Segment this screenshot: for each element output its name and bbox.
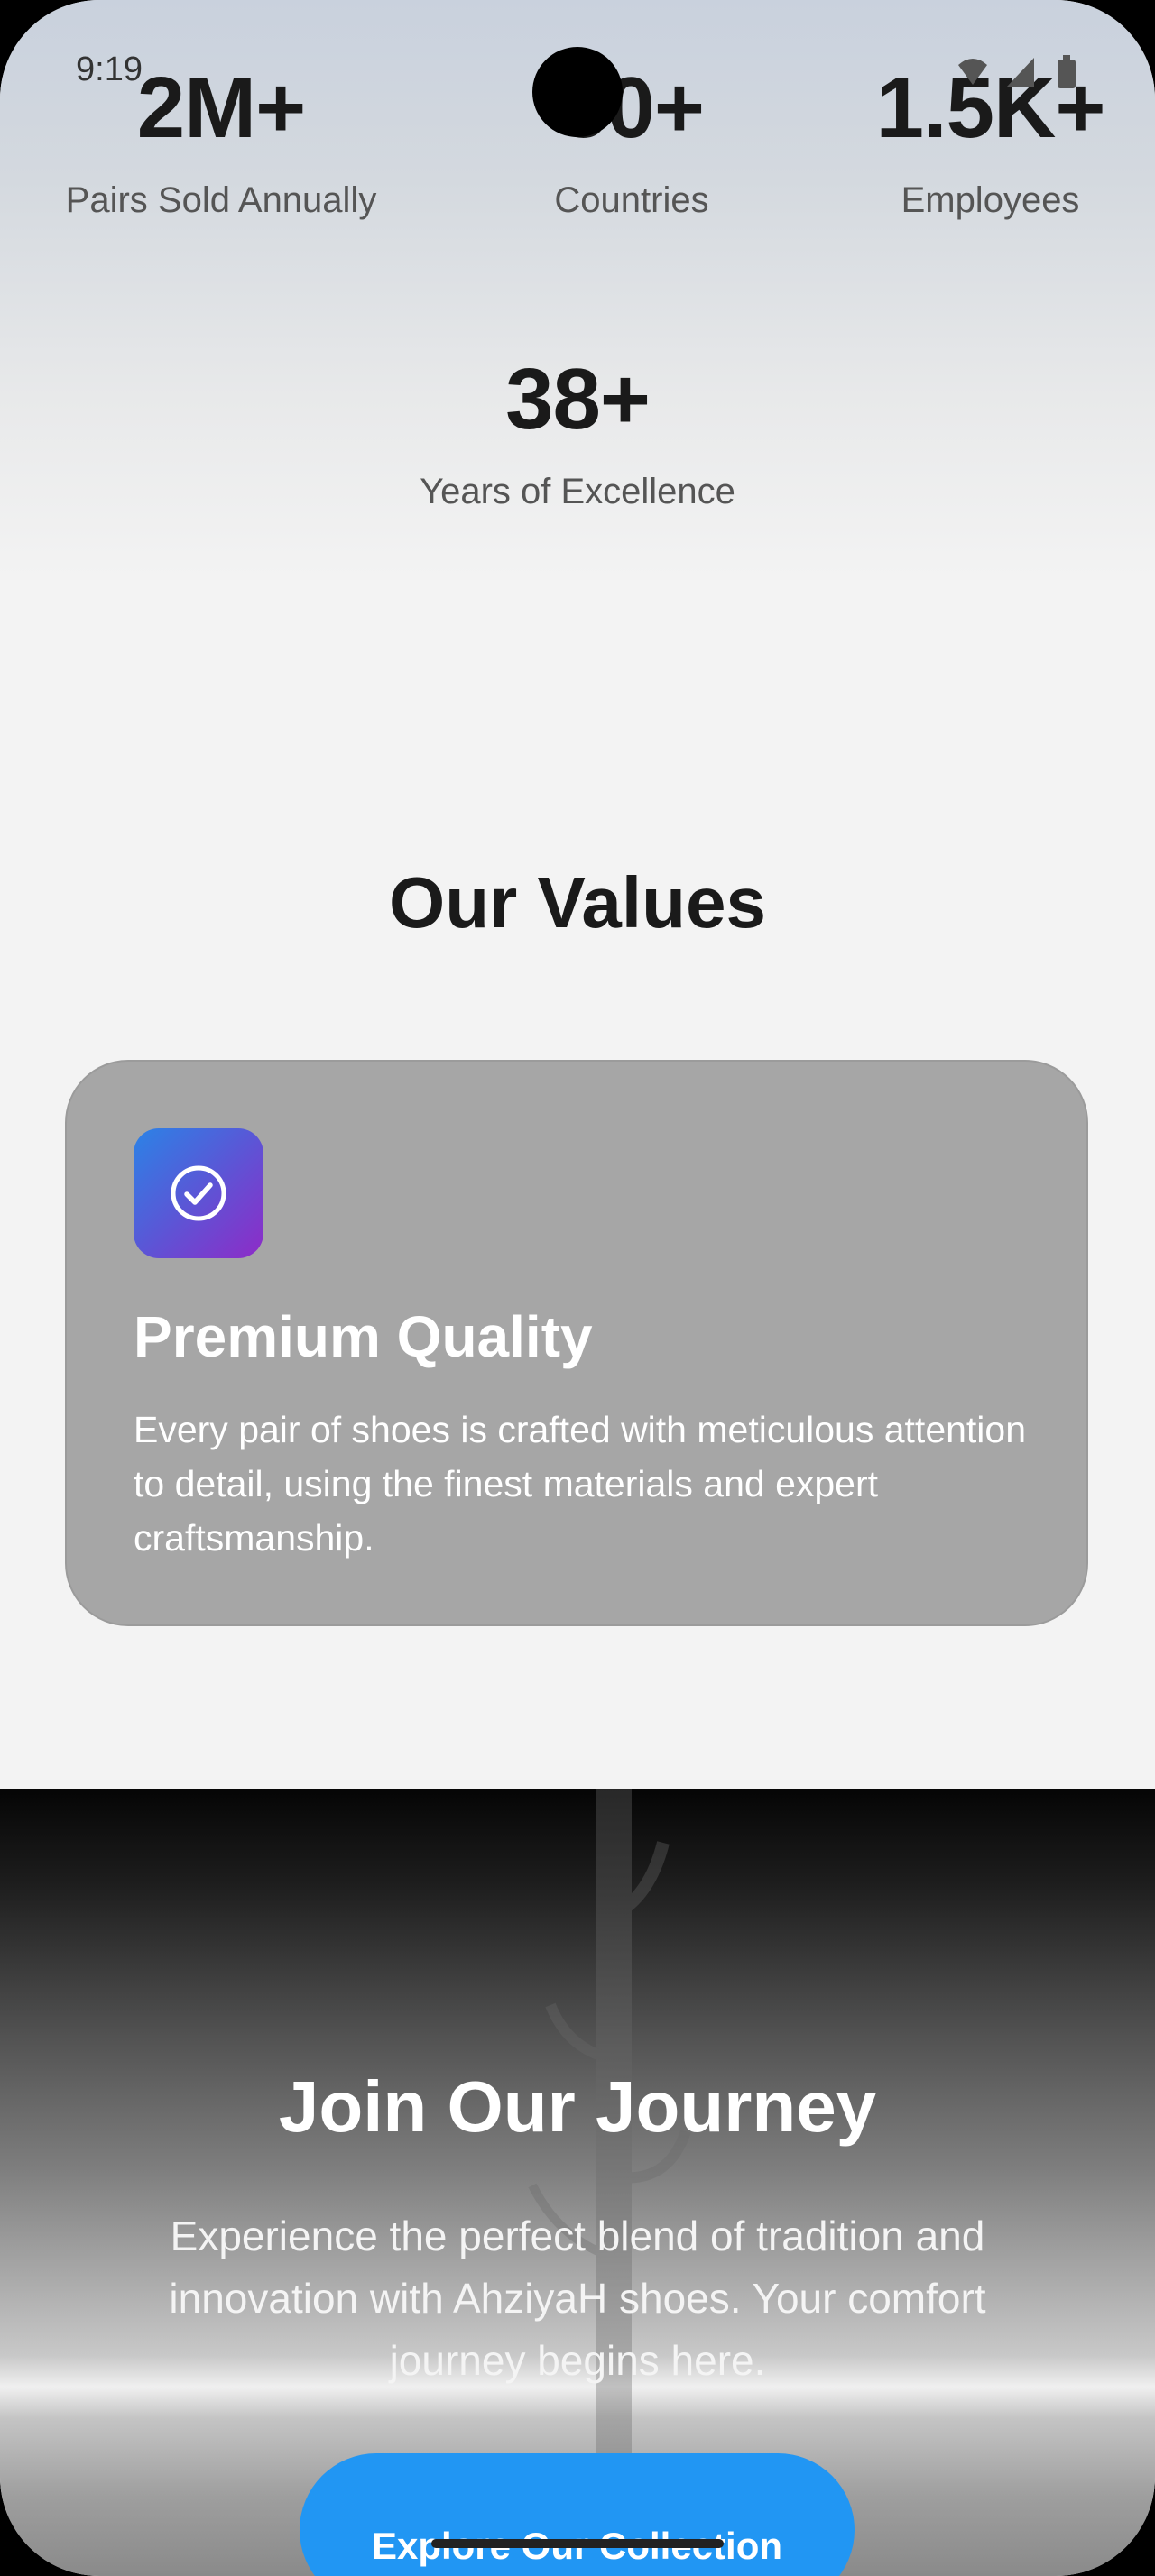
battery-icon [1058,55,1076,88]
journey-description: Experience the perfect blend of traditio… [169,2213,986,2384]
stat-years: 38+ Years of Excellence [352,351,803,511]
value-card-premium-quality: Premium Quality Every pair of shoes is c… [65,1060,1088,1626]
stat-label: Pairs Sold Annually [65,180,377,220]
stat-label: Countries [554,180,709,220]
journey-title: Join Our Journey [278,2066,877,2147]
status-icons [956,51,1101,90]
home-indicator[interactable] [431,2539,724,2548]
stat-number: 38+ [505,351,651,447]
values-title: Our Values [389,862,766,943]
check-circle-icon [134,1128,263,1258]
stat-number: 50+ [559,60,705,156]
signal-icon [1007,58,1034,87]
stat-label: Years of Excellence [420,472,735,511]
value-card-title: Premium Quality [134,1304,593,1369]
status-time: 9:19 [76,51,143,88]
stat-countries: 50+ Countries [451,60,812,220]
wifi-icon [958,59,987,85]
stat-label: Employees [901,180,1080,220]
app-screen: 2M+ Pairs Sold Annually 50+ Countries 1.… [0,0,1155,2576]
front-camera [532,47,623,137]
explore-collection-button[interactable]: Explore Our Collection [300,2453,855,2576]
value-card-description: Every pair of shoes is crafted with meti… [134,1409,1027,1559]
